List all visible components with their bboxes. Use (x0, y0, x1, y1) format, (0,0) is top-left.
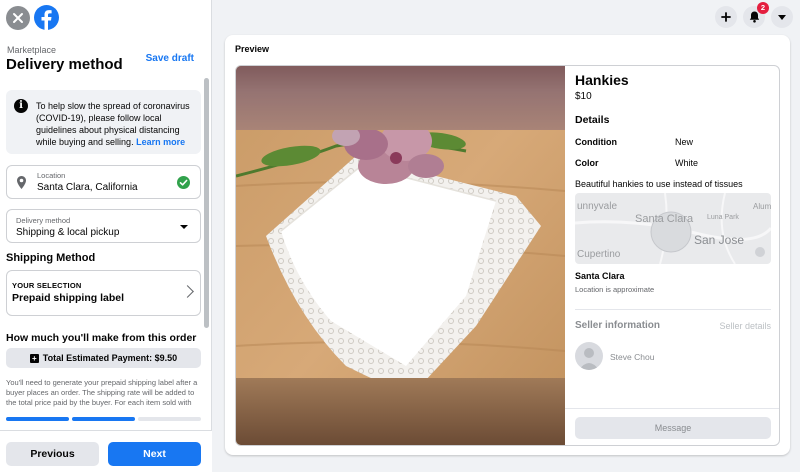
seller-details-link[interactable]: Seller details (719, 321, 771, 331)
close-button[interactable] (6, 6, 30, 30)
seller-avatar (575, 342, 603, 370)
map-label: Santa Clara (635, 213, 694, 225)
hankies-photo-image (236, 66, 565, 445)
seller-name: Steve Chou (610, 352, 655, 362)
shipping-method-heading: Shipping Method (6, 252, 96, 264)
preview-card: Preview Hankies $10 Details Condition Ne… (225, 35, 790, 455)
location-map: unnyvale Santa Clara Luna Park Alum San … (575, 193, 771, 264)
detail-value: New (675, 137, 694, 147)
location-label: Location (37, 171, 66, 180)
next-button[interactable]: Next (108, 442, 201, 466)
message-button[interactable]: Message (575, 417, 771, 439)
facebook-logo-icon[interactable] (34, 5, 59, 30)
delivery-method-label: Delivery method (16, 216, 71, 225)
message-bar: Message (565, 408, 779, 445)
learn-more-link[interactable]: Learn more (136, 137, 185, 147)
page-title: Delivery method (6, 56, 123, 73)
plus-icon (721, 12, 731, 22)
map-label: unnyvale (577, 201, 618, 212)
listing-description: Beautiful hankies to use instead of tiss… (575, 179, 743, 189)
location-field[interactable]: Location Santa Clara, California (6, 165, 201, 199)
listing-price: $10 (575, 91, 592, 102)
breadcrumb: Marketplace (7, 45, 57, 55)
total-payment-button[interactable]: + Total Estimated Payment: $9.50 (6, 348, 201, 368)
delivery-method-value: Shipping & local pickup (16, 227, 120, 238)
chevron-right-icon (181, 285, 194, 298)
map-label: San Jose (694, 233, 745, 247)
account-menu-button[interactable] (771, 6, 793, 28)
create-button[interactable] (715, 6, 737, 28)
covid-notice: i To help slow the spread of coronavirus… (6, 90, 201, 154)
selection-label: YOUR SELECTION (12, 281, 82, 290)
location-pin-icon (17, 176, 26, 189)
bottom-nav: Previous Next (0, 430, 212, 472)
detail-value: White (675, 158, 699, 168)
progress-step (6, 417, 69, 421)
info-icon: i (14, 99, 28, 113)
details-heading: Details (575, 114, 610, 126)
total-payment-label: Total Estimated Payment: $9.50 (42, 353, 178, 363)
progress-step (72, 417, 135, 421)
shipping-selection-card[interactable]: YOUR SELECTION Prepaid shipping label (6, 270, 201, 316)
notification-badge: 2 (757, 2, 769, 14)
divider (575, 309, 771, 310)
listing-photo (236, 66, 565, 445)
bell-icon (749, 11, 759, 23)
progress-step (138, 417, 201, 421)
step-progress (6, 417, 201, 421)
check-circle-icon (177, 176, 190, 189)
seller-info-heading: Seller information (575, 320, 661, 331)
shipping-fine-print: You'll need to generate your prepaid shi… (6, 378, 198, 407)
notifications-button[interactable]: 2 (743, 2, 769, 28)
map-label: Luna Park (707, 214, 739, 221)
save-draft-button[interactable]: Save draft (146, 53, 194, 64)
listing-preview: Hankies $10 Details Condition New Color … (235, 65, 780, 446)
listing-title: Hankies (575, 72, 629, 88)
map-label: Cupertino (577, 249, 621, 260)
plus-square-icon: + (29, 353, 39, 363)
location-approx-note: Location is approximate (575, 285, 655, 294)
listing-sidebar: Marketplace Delivery method Save draft i… (0, 0, 212, 472)
detail-key: Color (575, 158, 599, 168)
covid-notice-text: To help slow the spread of coronavirus (… (36, 101, 190, 147)
listing-info: Hankies $10 Details Condition New Color … (565, 66, 779, 445)
map-label: Alum (753, 202, 771, 211)
preview-heading: Preview (235, 44, 270, 54)
earnings-heading: How much you'll make from this order (6, 332, 197, 344)
close-icon (13, 13, 23, 23)
location-value: Santa Clara, California (37, 182, 138, 193)
selection-value: Prepaid shipping label (12, 292, 125, 304)
detail-key: Condition (575, 137, 617, 147)
caret-down-icon (778, 14, 786, 20)
delivery-method-select[interactable]: Delivery method Shipping & local pickup (6, 209, 201, 243)
previous-button[interactable]: Previous (6, 442, 99, 466)
caret-down-icon (180, 225, 188, 229)
location-city: Santa Clara (575, 271, 625, 281)
sidebar-scrollbar[interactable] (204, 78, 209, 328)
